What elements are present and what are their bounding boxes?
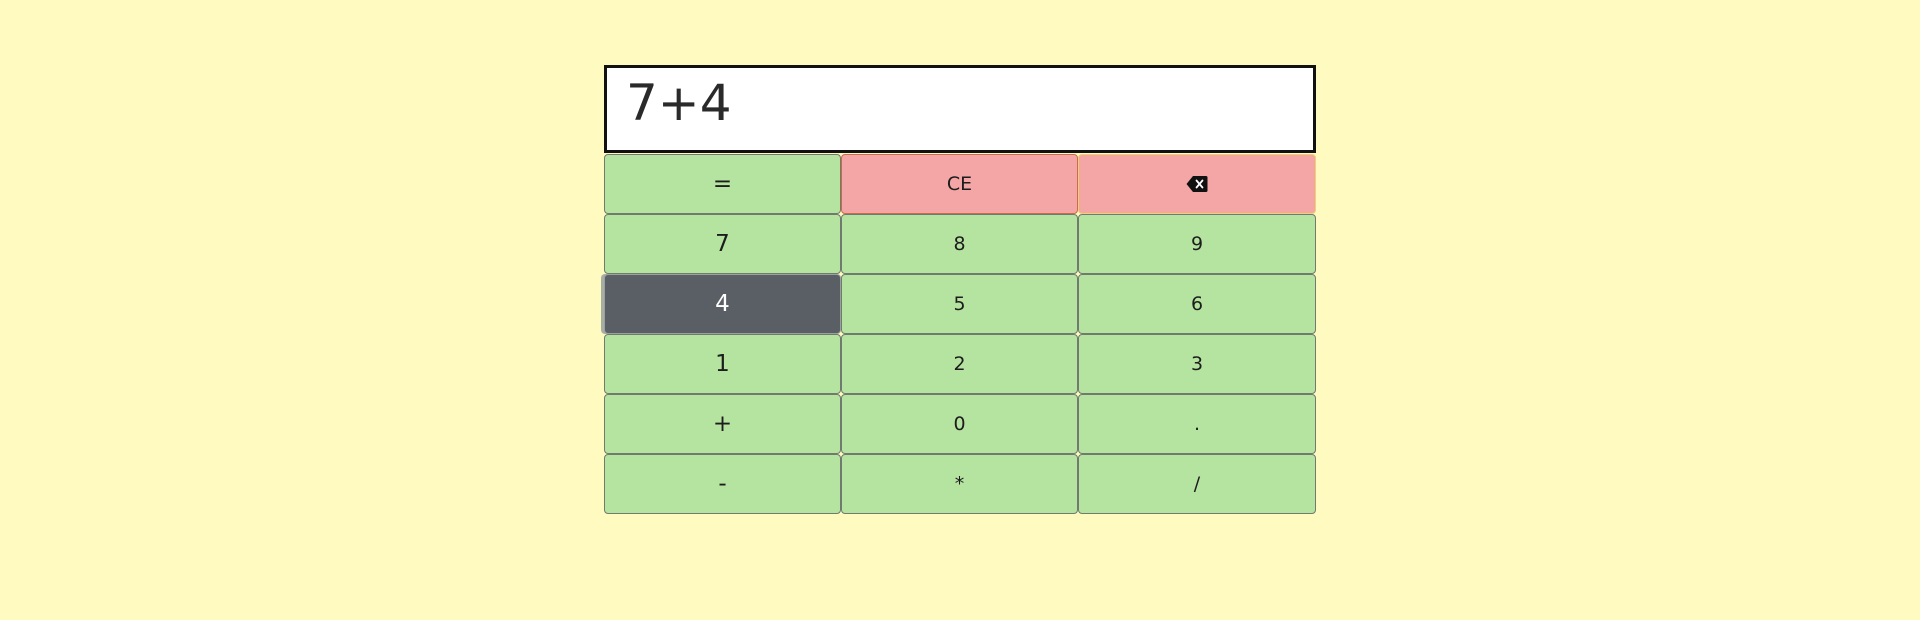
equals-button[interactable]: = — [604, 154, 841, 214]
digit-8-button[interactable]: 8 — [841, 214, 1078, 274]
digit-1-button[interactable]: 1 — [604, 334, 841, 394]
plus-button[interactable]: + — [604, 394, 841, 454]
backspace-button[interactable] — [1078, 154, 1316, 214]
digit-7-button[interactable]: 7 — [604, 214, 841, 274]
minus-button[interactable]: - — [604, 454, 841, 514]
digit-3-button[interactable]: 3 — [1078, 334, 1316, 394]
digit-4-button[interactable]: 4 — [604, 274, 841, 334]
digit-6-button[interactable]: 6 — [1078, 274, 1316, 334]
keypad: = CE 7 8 9 4 5 6 1 2 3 + 0 . - * / — [604, 154, 1316, 514]
backspace-icon — [1186, 175, 1208, 193]
digit-5-button[interactable]: 5 — [841, 274, 1078, 334]
digit-2-button[interactable]: 2 — [841, 334, 1078, 394]
clear-entry-button[interactable]: CE — [841, 154, 1078, 214]
digit-9-button[interactable]: 9 — [1078, 214, 1316, 274]
multiply-button[interactable]: * — [841, 454, 1078, 514]
digit-0-button[interactable]: 0 — [841, 394, 1078, 454]
divide-button[interactable]: / — [1078, 454, 1316, 514]
calculator-display: 7+4 — [604, 65, 1316, 153]
decimal-point-button[interactable]: . — [1078, 394, 1316, 454]
calculator: 7+4 = CE 7 8 9 4 5 6 1 2 3 + 0 . - * / — [604, 65, 1316, 514]
